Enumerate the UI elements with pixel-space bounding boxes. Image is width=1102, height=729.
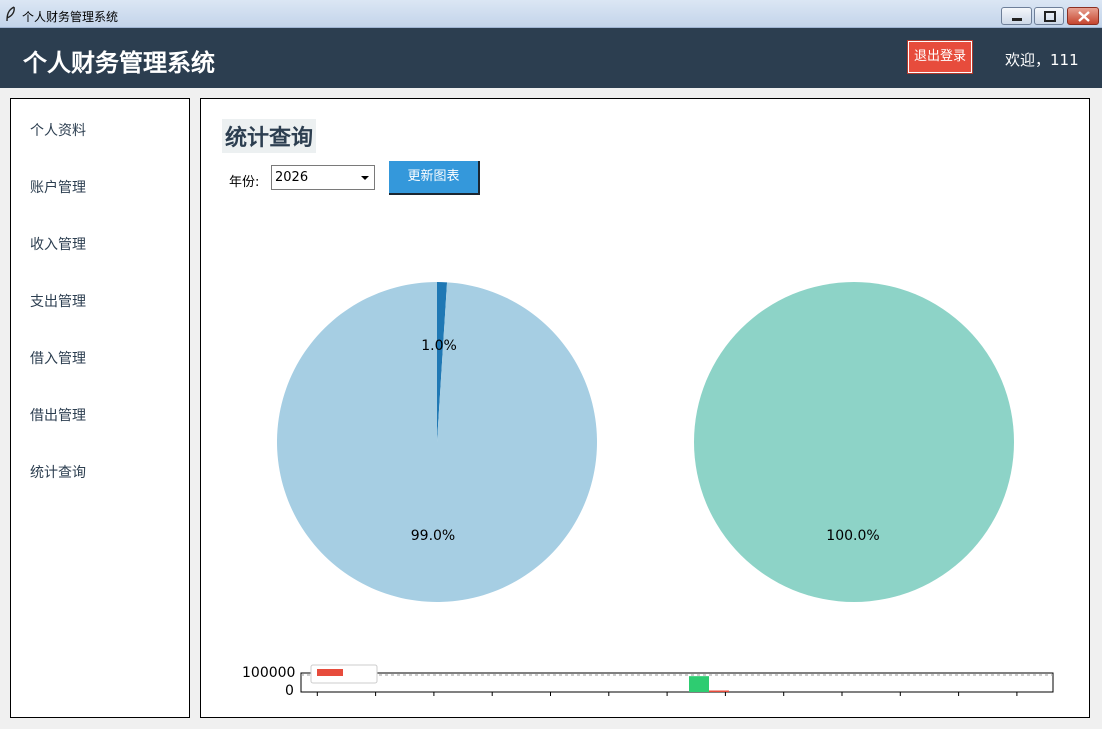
sidebar-item-lend-out[interactable]: 借出管理 — [30, 405, 86, 425]
minimize-icon — [1012, 18, 1022, 21]
bar-ytick-top: 100000 — [242, 665, 296, 681]
minimize-button[interactable] — [1001, 7, 1032, 25]
bar-axes-frame — [300, 672, 1054, 693]
bar-chart-canvas — [300, 664, 1054, 696]
logout-button[interactable]: 退出登录 — [907, 40, 973, 74]
sidebar-item-borrow-in[interactable]: 借入管理 — [30, 348, 86, 368]
welcome-text: 欢迎，111 — [1005, 51, 1079, 69]
sidebar: 个人资料 账户管理 收入管理 支出管理 借入管理 借出管理 统计查询 — [10, 98, 190, 718]
pie-2-slice-0 — [694, 282, 1014, 602]
window-titlebar: 个人财务管理系统 — [0, 0, 1102, 28]
sidebar-item-accounts[interactable]: 账户管理 — [30, 177, 86, 197]
pie-1-slice-1-pct: 99.0% — [410, 528, 456, 544]
main-panel: 统计查询 年份: 2026 更新图表 1.0% 99.0% 100.0% 100… — [200, 98, 1090, 718]
pie-chart-1 — [277, 282, 1014, 602]
bar-chart: 100000 0 — [201, 659, 1089, 717]
app-header: 个人财务管理系统 退出登录 欢迎，111 — [0, 28, 1102, 88]
window-title: 个人财务管理系统 — [22, 10, 119, 24]
pie-1-slice-0-pct: 1.0% — [421, 338, 457, 354]
close-button[interactable] — [1067, 7, 1099, 25]
maximize-button[interactable] — [1034, 7, 1064, 25]
sidebar-item-profile[interactable]: 个人资料 — [30, 120, 86, 140]
bar-ytick-zero: 0 — [285, 683, 294, 699]
sidebar-item-statistics[interactable]: 统计查询 — [30, 462, 86, 482]
bar-s1-7 — [709, 690, 729, 692]
feather-icon — [6, 6, 15, 22]
bar-s0-7 — [689, 676, 709, 692]
pie-2-slice-0-pct: 100.0% — [826, 528, 880, 544]
sidebar-item-expense[interactable]: 支出管理 — [30, 291, 86, 311]
bar-legend-swatch — [317, 669, 343, 676]
close-icon — [1078, 11, 1090, 22]
sidebar-item-income[interactable]: 收入管理 — [30, 234, 86, 254]
maximize-icon — [1044, 11, 1056, 22]
app-title: 个人财务管理系统 — [23, 49, 215, 77]
